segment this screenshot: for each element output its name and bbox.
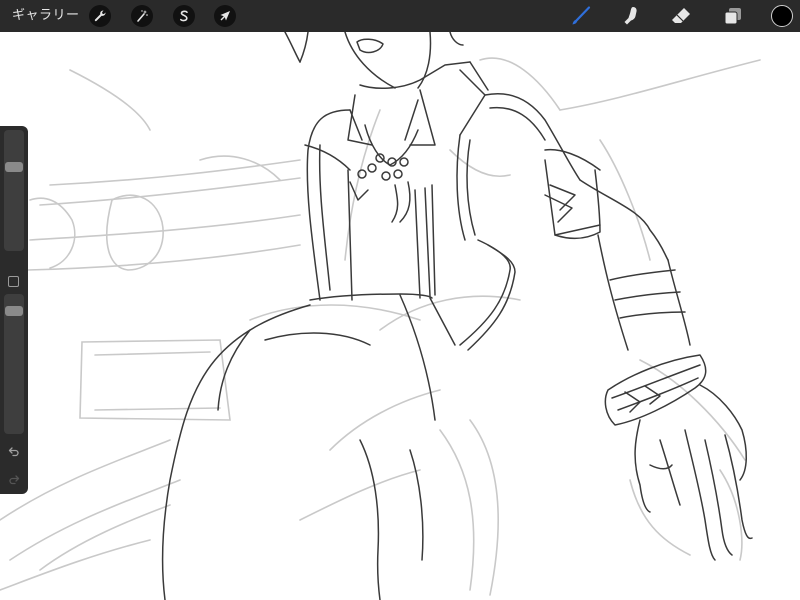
brush-icon: [572, 6, 591, 25]
drawing-canvas[interactable]: [0, 32, 800, 600]
top-toolbar: ギャラリー: [0, 0, 800, 32]
brush-size-thumb[interactable]: [5, 161, 23, 172]
redo-button[interactable]: [6, 472, 22, 488]
undo-button[interactable]: [6, 444, 22, 460]
brush-tool-button[interactable]: [569, 4, 593, 28]
brush-opacity-thumb[interactable]: [5, 306, 23, 317]
redo-icon: [9, 475, 20, 485]
eraser-icon: [672, 8, 690, 23]
selection-s-icon: [180, 10, 188, 22]
modify-button[interactable]: [8, 276, 19, 287]
actions-button[interactable]: [89, 5, 111, 27]
gallery-button[interactable]: ギャラリー: [12, 0, 80, 32]
brush-opacity-slider[interactable]: [4, 294, 24, 434]
wrench-icon: [94, 10, 106, 22]
sketch-artwork: [0, 32, 761, 600]
eraser-tool-button[interactable]: [669, 4, 693, 28]
rough-sketch-lines: [0, 57, 761, 596]
left-sidebar: [0, 126, 28, 494]
adjustments-button[interactable]: [131, 5, 153, 27]
color-picker-button[interactable]: [771, 5, 793, 27]
layers-button[interactable]: [721, 4, 745, 28]
brush-size-slider[interactable]: [4, 130, 24, 251]
transform-button[interactable]: [214, 5, 236, 27]
line-art: [161, 32, 753, 600]
selection-button[interactable]: [173, 5, 195, 27]
layers-icon: [724, 8, 741, 25]
arrow-cursor-icon: [220, 11, 230, 21]
magic-wand-icon: [137, 10, 148, 22]
undo-icon: [8, 447, 19, 457]
smudge-finger-icon: [624, 7, 637, 25]
smudge-tool-button[interactable]: [619, 4, 643, 28]
